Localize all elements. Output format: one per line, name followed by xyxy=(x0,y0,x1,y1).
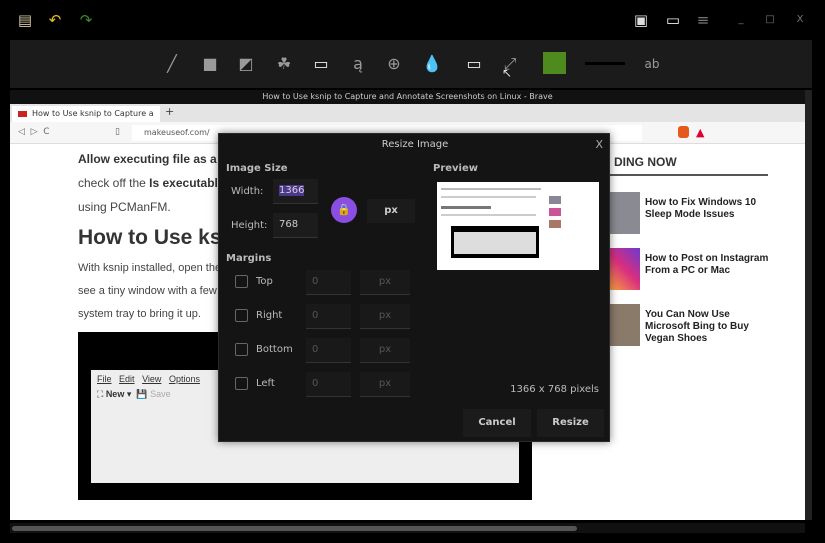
top-margin-unit[interactable]: px xyxy=(360,270,410,295)
bottom-margin-input[interactable]: 0 xyxy=(306,338,351,363)
mouse-cursor-icon: ↖ xyxy=(502,66,513,80)
margins-heading: Margins xyxy=(226,253,272,264)
width-input[interactable]: 1366 xyxy=(273,179,318,204)
crop-icon[interactable]: ▭ xyxy=(464,54,484,74)
new-capture-icon[interactable]: ▭ xyxy=(665,12,681,28)
lock-aspect-icon[interactable]: 🔒 xyxy=(331,197,357,223)
margin-label: Top xyxy=(256,276,273,287)
screenshot-menu: File Edit View Options xyxy=(97,374,200,384)
pen-icon[interactable]: ╱ xyxy=(162,54,182,74)
margin-label: Bottom xyxy=(256,344,293,355)
sticker-icon[interactable]: ◩ xyxy=(236,54,256,74)
favicon-icon xyxy=(18,111,27,117)
article-thumbnail[interactable] xyxy=(610,192,640,234)
menu-icon[interactable]: ≡ xyxy=(695,12,711,28)
unit-select[interactable]: px xyxy=(367,199,415,223)
close-icon[interactable]: X xyxy=(792,12,808,28)
right-margin-checkbox[interactable] xyxy=(235,309,248,322)
maximize-icon[interactable]: □ xyxy=(762,12,778,28)
drop-icon[interactable]: 💧 xyxy=(422,54,442,74)
cancel-button[interactable]: Cancel xyxy=(463,409,531,437)
height-input[interactable]: 768 xyxy=(273,213,318,238)
annotation-toolbar: ╱ ■ ◩ ☘ ▭ ą ⊕ 💧 ▭ ⤢ ab xyxy=(10,40,812,88)
resize-button[interactable]: Resize xyxy=(537,409,604,437)
article-text: using PCManFM. xyxy=(78,200,171,214)
new-tab-button[interactable]: + xyxy=(165,105,174,118)
divider xyxy=(610,174,768,176)
bottom-margin-checkbox[interactable] xyxy=(235,343,248,356)
browser-tab[interactable]: How to Use ksnip to Capture a × xyxy=(12,106,160,134)
margin-label: Right xyxy=(256,310,283,321)
save-icon[interactable]: ▤ xyxy=(17,12,33,28)
nav-buttons[interactable]: ◁ ▷ C xyxy=(18,127,50,137)
right-margin-unit[interactable]: px xyxy=(360,304,410,329)
trending-link[interactable]: How to Post on Instagram From a PC or Ma… xyxy=(645,253,775,277)
pin-icon[interactable]: ▣ xyxy=(633,12,649,28)
article-heading: How to Use ksn xyxy=(78,226,235,249)
app-titlebar: ▤ ↶ ↷ ▣ ▭ ≡ _ □ X xyxy=(0,0,825,40)
article-thumbnail[interactable] xyxy=(610,248,640,290)
brave-shield-icon[interactable] xyxy=(678,126,689,138)
left-margin-unit[interactable]: px xyxy=(360,372,410,397)
color-picker[interactable] xyxy=(543,52,566,74)
horizontal-scrollbar[interactable] xyxy=(10,523,805,533)
font-button[interactable]: ab xyxy=(640,54,664,74)
trending-link[interactable]: How to Fix Windows 10 Sleep Mode Issues xyxy=(645,197,775,221)
brave-rewards-icon[interactable]: ▲ xyxy=(696,126,704,139)
trending-link[interactable]: You Can Now Use Microsoft Bing to Buy Ve… xyxy=(645,309,775,345)
browser-title: How to Use ksnip to Capture and Annotate… xyxy=(10,90,805,104)
article-text: system tray to bring it up. xyxy=(78,308,201,320)
blur-icon[interactable]: ☘ xyxy=(274,54,294,74)
left-margin-checkbox[interactable] xyxy=(235,377,248,390)
article-text: Allow executing file as a pro xyxy=(78,152,240,166)
right-margin-input[interactable]: 0 xyxy=(306,304,351,329)
rectangle-icon[interactable]: ■ xyxy=(200,54,220,74)
screenshot-toolbar: ⛶ New ▾ 💾 Save xyxy=(97,389,171,399)
undo-icon[interactable]: ↶ xyxy=(47,12,63,28)
redo-icon[interactable]: ↷ xyxy=(78,12,94,28)
top-margin-checkbox[interactable] xyxy=(235,275,248,288)
dialog-title: Resize Image xyxy=(381,139,449,150)
vertical-scrollbar[interactable] xyxy=(805,90,812,520)
size-info: 1366 x 768 pixels xyxy=(510,384,599,395)
bookmark-icon[interactable]: ▯ xyxy=(115,127,120,137)
dialog-close-button[interactable]: X xyxy=(595,138,603,151)
height-label: Height: xyxy=(231,220,268,231)
bottom-margin-unit[interactable]: px xyxy=(360,338,410,363)
preview-image xyxy=(437,182,599,270)
number-icon[interactable]: ⊕ xyxy=(384,54,404,74)
tab-bar: How to Use ksnip to Capture a × + xyxy=(10,104,805,134)
article-text: check off the Is executable o xyxy=(78,176,235,190)
resize-image-dialog: Resize Image X Image Size Width: 1366 He… xyxy=(218,133,610,442)
text-box-icon[interactable]: ▭ xyxy=(311,54,331,74)
preview-heading: Preview xyxy=(433,163,479,174)
minimize-icon[interactable]: _ xyxy=(733,12,749,28)
text-icon[interactable]: ą xyxy=(348,54,368,74)
stroke-width[interactable] xyxy=(585,62,625,65)
left-margin-input[interactable]: 0 xyxy=(306,372,351,397)
width-label: Width: xyxy=(231,186,264,197)
article-text: see a tiny window with a few xyxy=(78,285,217,297)
article-text: With ksnip installed, open the xyxy=(78,262,222,274)
article-thumbnail[interactable] xyxy=(610,304,640,346)
margin-label: Left xyxy=(256,378,275,389)
top-margin-input[interactable]: 0 xyxy=(306,270,351,295)
image-size-heading: Image Size xyxy=(226,163,288,174)
trending-heading: DING NOW xyxy=(614,155,677,169)
tab-title: How to Use ksnip to Capture a xyxy=(32,109,154,118)
